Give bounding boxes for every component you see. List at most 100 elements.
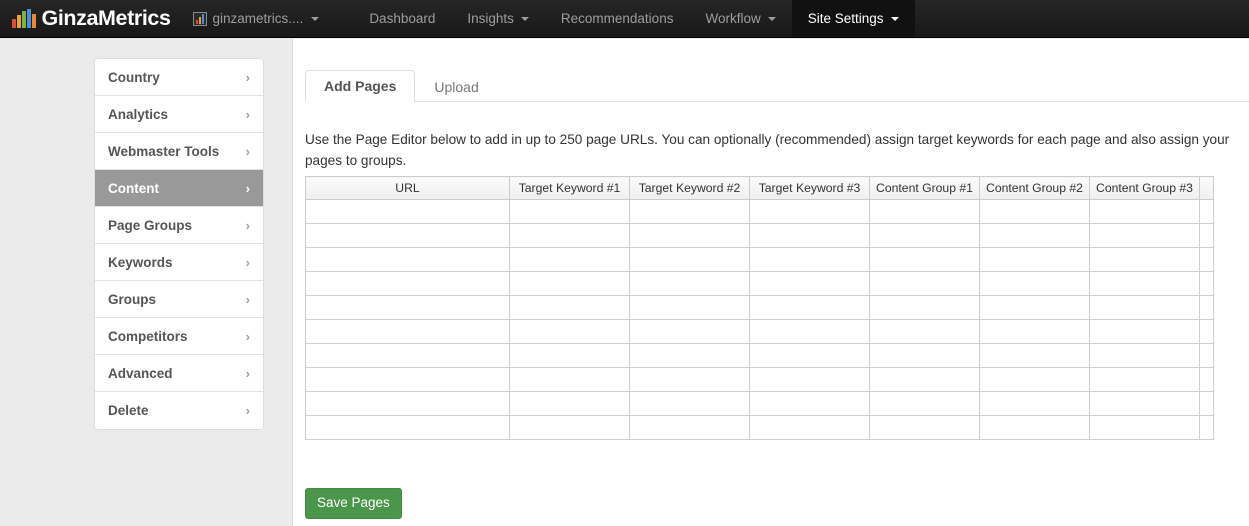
table-cell-r0-c3[interactable] [749, 199, 870, 224]
table-cell-r9-c3[interactable] [749, 415, 870, 440]
table-cell-r2-c0[interactable] [305, 247, 510, 272]
table-cell-r9-c5[interactable] [979, 415, 1090, 440]
table-cell-r0-c6[interactable] [1089, 199, 1200, 224]
brand-logo-link[interactable]: GinzaMetrics [0, 0, 181, 37]
sidebar-item-competitors[interactable]: Competitors › [95, 318, 263, 355]
table-cell-r6-c1[interactable] [509, 343, 630, 368]
table-cell-r2-c3[interactable] [749, 247, 870, 272]
table-cell-r7-c4[interactable] [869, 367, 980, 392]
sidebar-item-webmaster-tools[interactable]: Webmaster Tools › [95, 133, 263, 170]
table-cell-r2-c4[interactable] [869, 247, 980, 272]
nav-link-workflow[interactable]: Workflow [689, 0, 791, 37]
table-cell-r8-c4[interactable] [869, 391, 980, 416]
nav-link-dashboard[interactable]: Dashboard [353, 0, 451, 37]
table-cell-r2-c6[interactable] [1089, 247, 1200, 272]
table-cell-r4-c4[interactable] [869, 295, 980, 320]
table-cell-r7-c6[interactable] [1089, 367, 1200, 392]
table-cell-r3-c2[interactable] [629, 271, 750, 296]
table-cell-r1-c0[interactable] [305, 223, 510, 248]
table-cell-r8-c1[interactable] [509, 391, 630, 416]
sidebar-item-country[interactable]: Country › [95, 59, 263, 96]
table-cell-r8-c2[interactable] [629, 391, 750, 416]
table-cell-r3-c5[interactable] [979, 271, 1090, 296]
table-cell-r0-c5[interactable] [979, 199, 1090, 224]
table-cell-r7-c5[interactable] [979, 367, 1090, 392]
table-cell-r4-c2[interactable] [629, 295, 750, 320]
table-cell-r0-c1[interactable] [509, 199, 630, 224]
table-cell-r7-c7[interactable] [1199, 367, 1214, 392]
table-cell-r1-c5[interactable] [979, 223, 1090, 248]
table-cell-r6-c0[interactable] [305, 343, 510, 368]
table-cell-r6-c7[interactable] [1199, 343, 1214, 368]
table-cell-r3-c0[interactable] [305, 271, 510, 296]
table-cell-r4-c7[interactable] [1199, 295, 1214, 320]
table-cell-r0-c4[interactable] [869, 199, 980, 224]
sidebar-item-keywords[interactable]: Keywords › [95, 244, 263, 281]
table-cell-r3-c6[interactable] [1089, 271, 1200, 296]
table-cell-r5-c5[interactable] [979, 319, 1090, 344]
table-cell-r2-c2[interactable] [629, 247, 750, 272]
sidebar-item-delete[interactable]: Delete › [95, 392, 263, 429]
table-cell-r2-c7[interactable] [1199, 247, 1214, 272]
table-cell-r4-c6[interactable] [1089, 295, 1200, 320]
table-cell-r1-c1[interactable] [509, 223, 630, 248]
sidebar-item-groups[interactable]: Groups › [95, 281, 263, 318]
sidebar-item-page-groups[interactable]: Page Groups › [95, 207, 263, 244]
table-cell-r8-c5[interactable] [979, 391, 1090, 416]
table-cell-r0-c2[interactable] [629, 199, 750, 224]
table-cell-r3-c7[interactable] [1199, 271, 1214, 296]
table-cell-r4-c1[interactable] [509, 295, 630, 320]
sidebar-item-advanced[interactable]: Advanced › [95, 355, 263, 392]
table-cell-r1-c6[interactable] [1089, 223, 1200, 248]
nav-link-site-settings[interactable]: Site Settings [791, 0, 915, 37]
table-cell-r9-c6[interactable] [1089, 415, 1200, 440]
table-cell-r6-c6[interactable] [1089, 343, 1200, 368]
table-cell-r6-c5[interactable] [979, 343, 1090, 368]
table-cell-r5-c4[interactable] [869, 319, 980, 344]
table-cell-r4-c5[interactable] [979, 295, 1090, 320]
table-cell-r1-c2[interactable] [629, 223, 750, 248]
table-cell-r3-c3[interactable] [749, 271, 870, 296]
table-cell-r4-c0[interactable] [305, 295, 510, 320]
table-cell-r5-c3[interactable] [749, 319, 870, 344]
table-cell-r4-c3[interactable] [749, 295, 870, 320]
table-cell-r1-c7[interactable] [1199, 223, 1214, 248]
table-cell-r3-c4[interactable] [869, 271, 980, 296]
table-cell-r7-c1[interactable] [509, 367, 630, 392]
table-cell-r9-c2[interactable] [629, 415, 750, 440]
table-cell-r7-c3[interactable] [749, 367, 870, 392]
table-cell-r8-c6[interactable] [1089, 391, 1200, 416]
table-cell-r7-c0[interactable] [305, 367, 510, 392]
table-cell-r7-c2[interactable] [629, 367, 750, 392]
table-cell-r9-c1[interactable] [509, 415, 630, 440]
table-cell-r2-c5[interactable] [979, 247, 1090, 272]
table-cell-r5-c0[interactable] [305, 319, 510, 344]
site-selector-dropdown[interactable]: ginzametrics.... [181, 0, 332, 37]
table-cell-r5-c2[interactable] [629, 319, 750, 344]
table-cell-r0-c7[interactable] [1199, 199, 1214, 224]
table-cell-r1-c4[interactable] [869, 223, 980, 248]
table-cell-r5-c1[interactable] [509, 319, 630, 344]
table-cell-r9-c4[interactable] [869, 415, 980, 440]
table-cell-r6-c2[interactable] [629, 343, 750, 368]
table-cell-r2-c1[interactable] [509, 247, 630, 272]
nav-link-insights[interactable]: Insights [451, 0, 545, 37]
table-cell-r9-c0[interactable] [305, 415, 510, 440]
nav-link-recommendations[interactable]: Recommendations [545, 0, 690, 37]
table-cell-r5-c6[interactable] [1089, 319, 1200, 344]
table-cell-r1-c3[interactable] [749, 223, 870, 248]
table-cell-r6-c4[interactable] [869, 343, 980, 368]
table-cell-r5-c7[interactable] [1199, 319, 1214, 344]
tab-upload[interactable]: Upload [415, 70, 497, 102]
tab-add-pages[interactable]: Add Pages [305, 70, 416, 102]
sidebar-item-content[interactable]: Content › [95, 170, 263, 207]
table-cell-r8-c3[interactable] [749, 391, 870, 416]
table-cell-r8-c7[interactable] [1199, 391, 1214, 416]
table-cell-r6-c3[interactable] [749, 343, 870, 368]
table-cell-r8-c0[interactable] [305, 391, 510, 416]
sidebar-item-analytics[interactable]: Analytics › [95, 96, 263, 133]
table-cell-r3-c1[interactable] [509, 271, 630, 296]
table-cell-r0-c0[interactable] [305, 199, 510, 224]
save-pages-button[interactable]: Save Pages [305, 488, 402, 519]
table-cell-r9-c7[interactable] [1199, 415, 1214, 440]
